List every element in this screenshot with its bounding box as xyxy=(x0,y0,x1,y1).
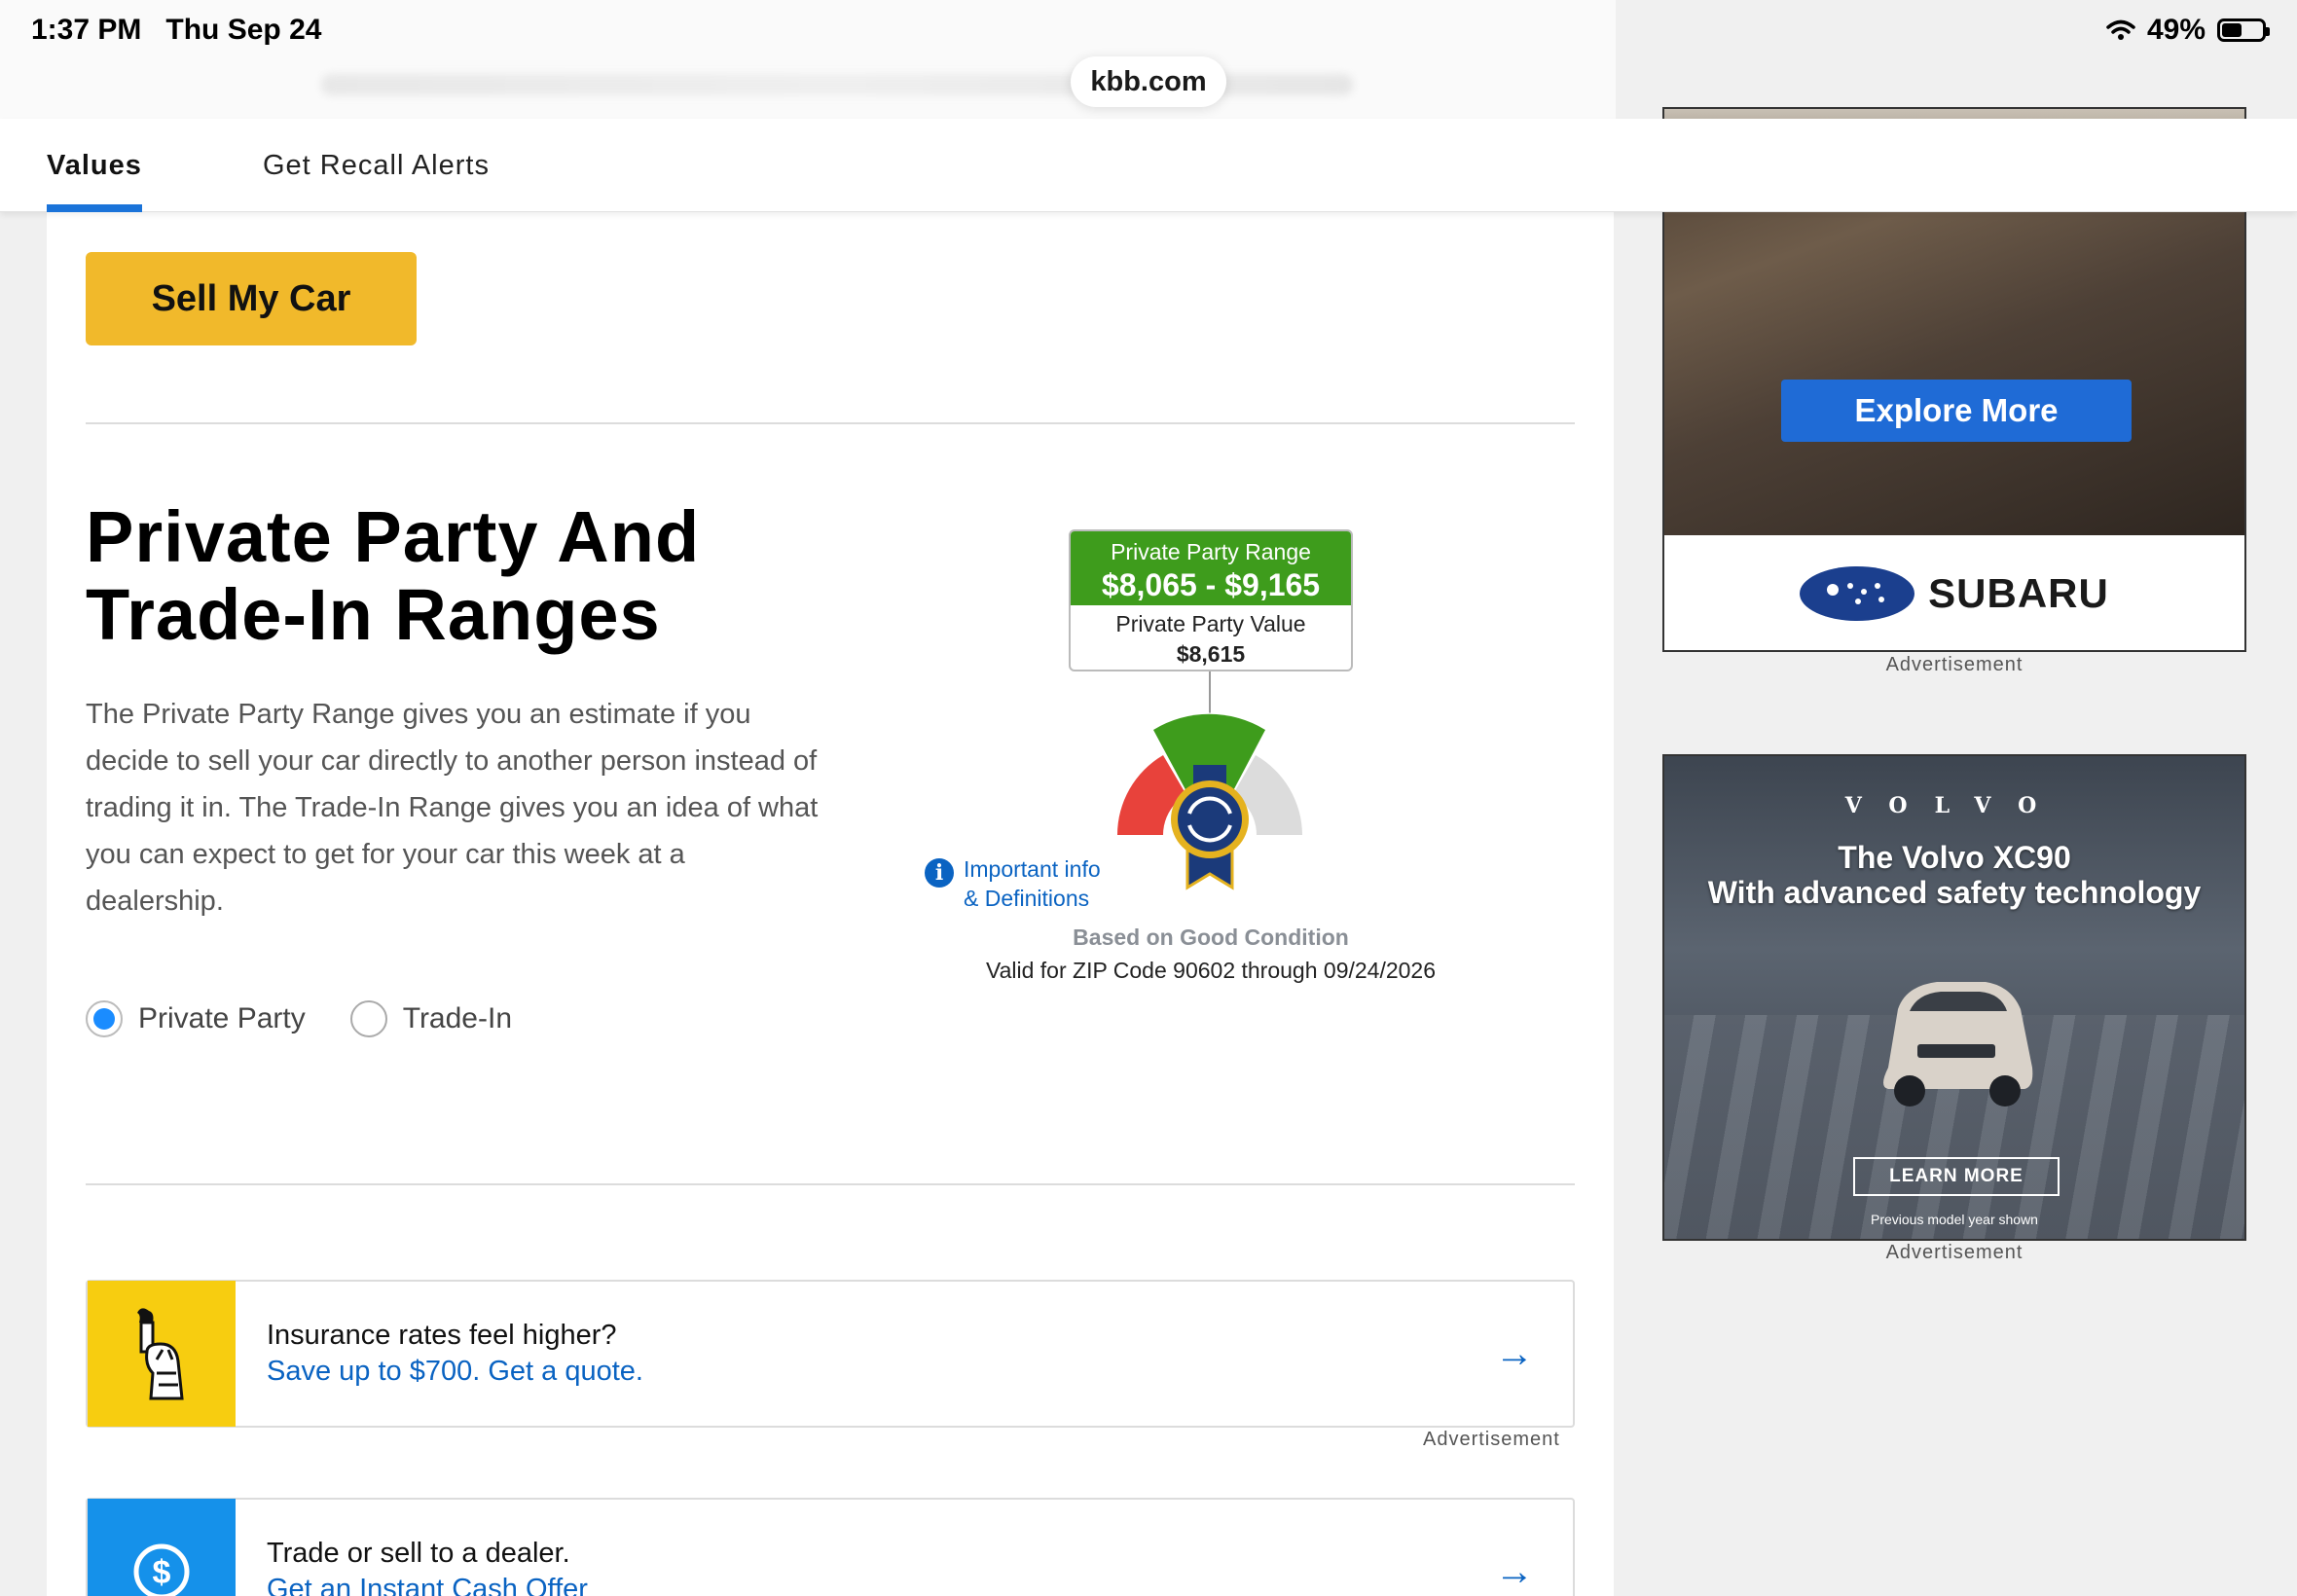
instant-cash-offer-promo[interactable]: $ Trade or sell to a dealer. Get an Inst… xyxy=(86,1498,1575,1596)
arrow-right-icon-2[interactable]: → xyxy=(1495,1550,1573,1594)
status-indicators: 49% xyxy=(2106,14,2270,47)
volvo-brand: VOLVO xyxy=(1844,793,2064,818)
battery-icon xyxy=(2217,18,2270,42)
ranges-description: The Private Party Range gives you an est… xyxy=(86,699,819,917)
promo-icon-box-2: $ xyxy=(88,1499,236,1596)
tab-recall-alerts[interactable]: Get Recall Alerts xyxy=(263,119,490,212)
range-type-radio-group: Private Party Trade-In xyxy=(86,1000,512,1037)
subaru-brand: SUBARU xyxy=(1928,570,2109,616)
promo-headline-2: Trade or sell to a dealer. xyxy=(267,1538,570,1569)
tab-values-label: Values xyxy=(47,149,142,181)
time-text: 1:37 PM xyxy=(31,14,142,46)
volvo-car-image xyxy=(1883,982,2033,1106)
tab-recall-alerts-label: Get Recall Alerts xyxy=(263,149,490,181)
battery-percent: 49% xyxy=(2146,14,2206,46)
url-text: kbb.com xyxy=(1090,65,1207,97)
subaru-advertisement-label: Advertisement xyxy=(1885,654,2024,675)
volvo-headline-2: With advanced safety technology xyxy=(1707,875,2202,910)
important-info-text[interactable]: Important info & Definitions xyxy=(964,854,1119,913)
info-icon: i xyxy=(925,858,954,888)
promo-headline: Insurance rates feel higher? xyxy=(267,1320,617,1351)
important-info-link[interactable]: i Important info & Definitions xyxy=(925,854,1119,913)
advertisement-label: Advertisement xyxy=(1423,1429,1560,1450)
svg-text:$: $ xyxy=(153,1554,171,1591)
condition-text: Based on Good Condition xyxy=(1073,925,1349,950)
status-time: 1:37 PM Thu Sep 24 xyxy=(31,14,321,47)
sell-my-car-button[interactable]: Sell My Car xyxy=(86,252,417,345)
volvo-advertisement-label: Advertisement xyxy=(1885,1242,2024,1263)
validity-text: Valid for ZIP Code 90602 through 09/24/2… xyxy=(985,958,1437,983)
volvo-disclaimer: Previous model year shown xyxy=(1871,1212,2038,1227)
promo-link-text[interactable]: Save up to $700. Get a quote. xyxy=(267,1356,1495,1388)
radio-private-party[interactable]: Private Party xyxy=(86,1000,306,1037)
value-amount: $8,615 xyxy=(1176,641,1246,667)
radio-private-party-label: Private Party xyxy=(138,1002,306,1034)
promo-link-text-2[interactable]: Get an Instant Cash Offer xyxy=(267,1574,1495,1596)
volvo-headline: The Volvo XC90 With advanced safety tech… xyxy=(1664,840,2244,910)
status-bar: 1:37 PM Thu Sep 24 49% xyxy=(0,0,2297,62)
arrow-right-icon[interactable]: → xyxy=(1495,1332,1573,1376)
ranges-title: Private Party And Trade-In Ranges xyxy=(86,496,701,655)
promo-text: Insurance rates feel higher? Save up to … xyxy=(267,1320,1495,1388)
promo-text-2: Trade or sell to a dealer. Get an Instan… xyxy=(267,1538,1495,1596)
value-gauge xyxy=(1117,671,1302,890)
values-nav: Values Get Recall Alerts xyxy=(0,119,2297,212)
dollar-circle-icon: $ xyxy=(133,1543,190,1596)
radio-trade-in-label: Trade-In xyxy=(402,1002,512,1034)
wifi-icon xyxy=(2106,19,2135,40)
explore-more-button[interactable]: Explore More xyxy=(1781,380,2132,442)
volvo-headline-1: The Volvo XC90 xyxy=(1838,840,2071,875)
statue-of-liberty-icon xyxy=(137,1308,184,1400)
section-divider-2 xyxy=(86,1183,1575,1185)
range-header: Private Party Range $8,065 - $9,165 xyxy=(1071,531,1351,605)
url-bar[interactable]: kbb.com xyxy=(1071,56,1226,107)
volvo-ad[interactable]: VOLVO The Volvo XC90 With advanced safet… xyxy=(1662,754,2246,1241)
subaru-logo-icon xyxy=(1800,566,1915,621)
radio-trade-in-circle[interactable] xyxy=(349,1000,387,1037)
section-divider xyxy=(86,422,1575,424)
subaru-logo-row: SUBARU xyxy=(1664,535,2244,650)
tab-values[interactable]: Values xyxy=(47,119,142,212)
range-label: Private Party Range xyxy=(1111,539,1311,564)
radio-private-party-circle[interactable] xyxy=(86,1000,123,1037)
value-label: Private Party Value xyxy=(1115,611,1306,636)
battery-fill xyxy=(2222,23,2242,37)
insurance-promo[interactable]: Insurance rates feel higher? Save up to … xyxy=(86,1280,1575,1428)
range-value: $8,065 - $9,165 xyxy=(1101,567,1321,602)
private-party-range-box: Private Party Range $8,065 - $9,165 Priv… xyxy=(1069,529,1353,671)
date-text: Thu Sep 24 xyxy=(165,14,322,46)
promo-icon-box xyxy=(88,1281,236,1427)
radio-trade-in[interactable]: Trade-In xyxy=(349,1000,512,1037)
learn-more-button[interactable]: LEARN MORE xyxy=(1853,1157,2060,1196)
